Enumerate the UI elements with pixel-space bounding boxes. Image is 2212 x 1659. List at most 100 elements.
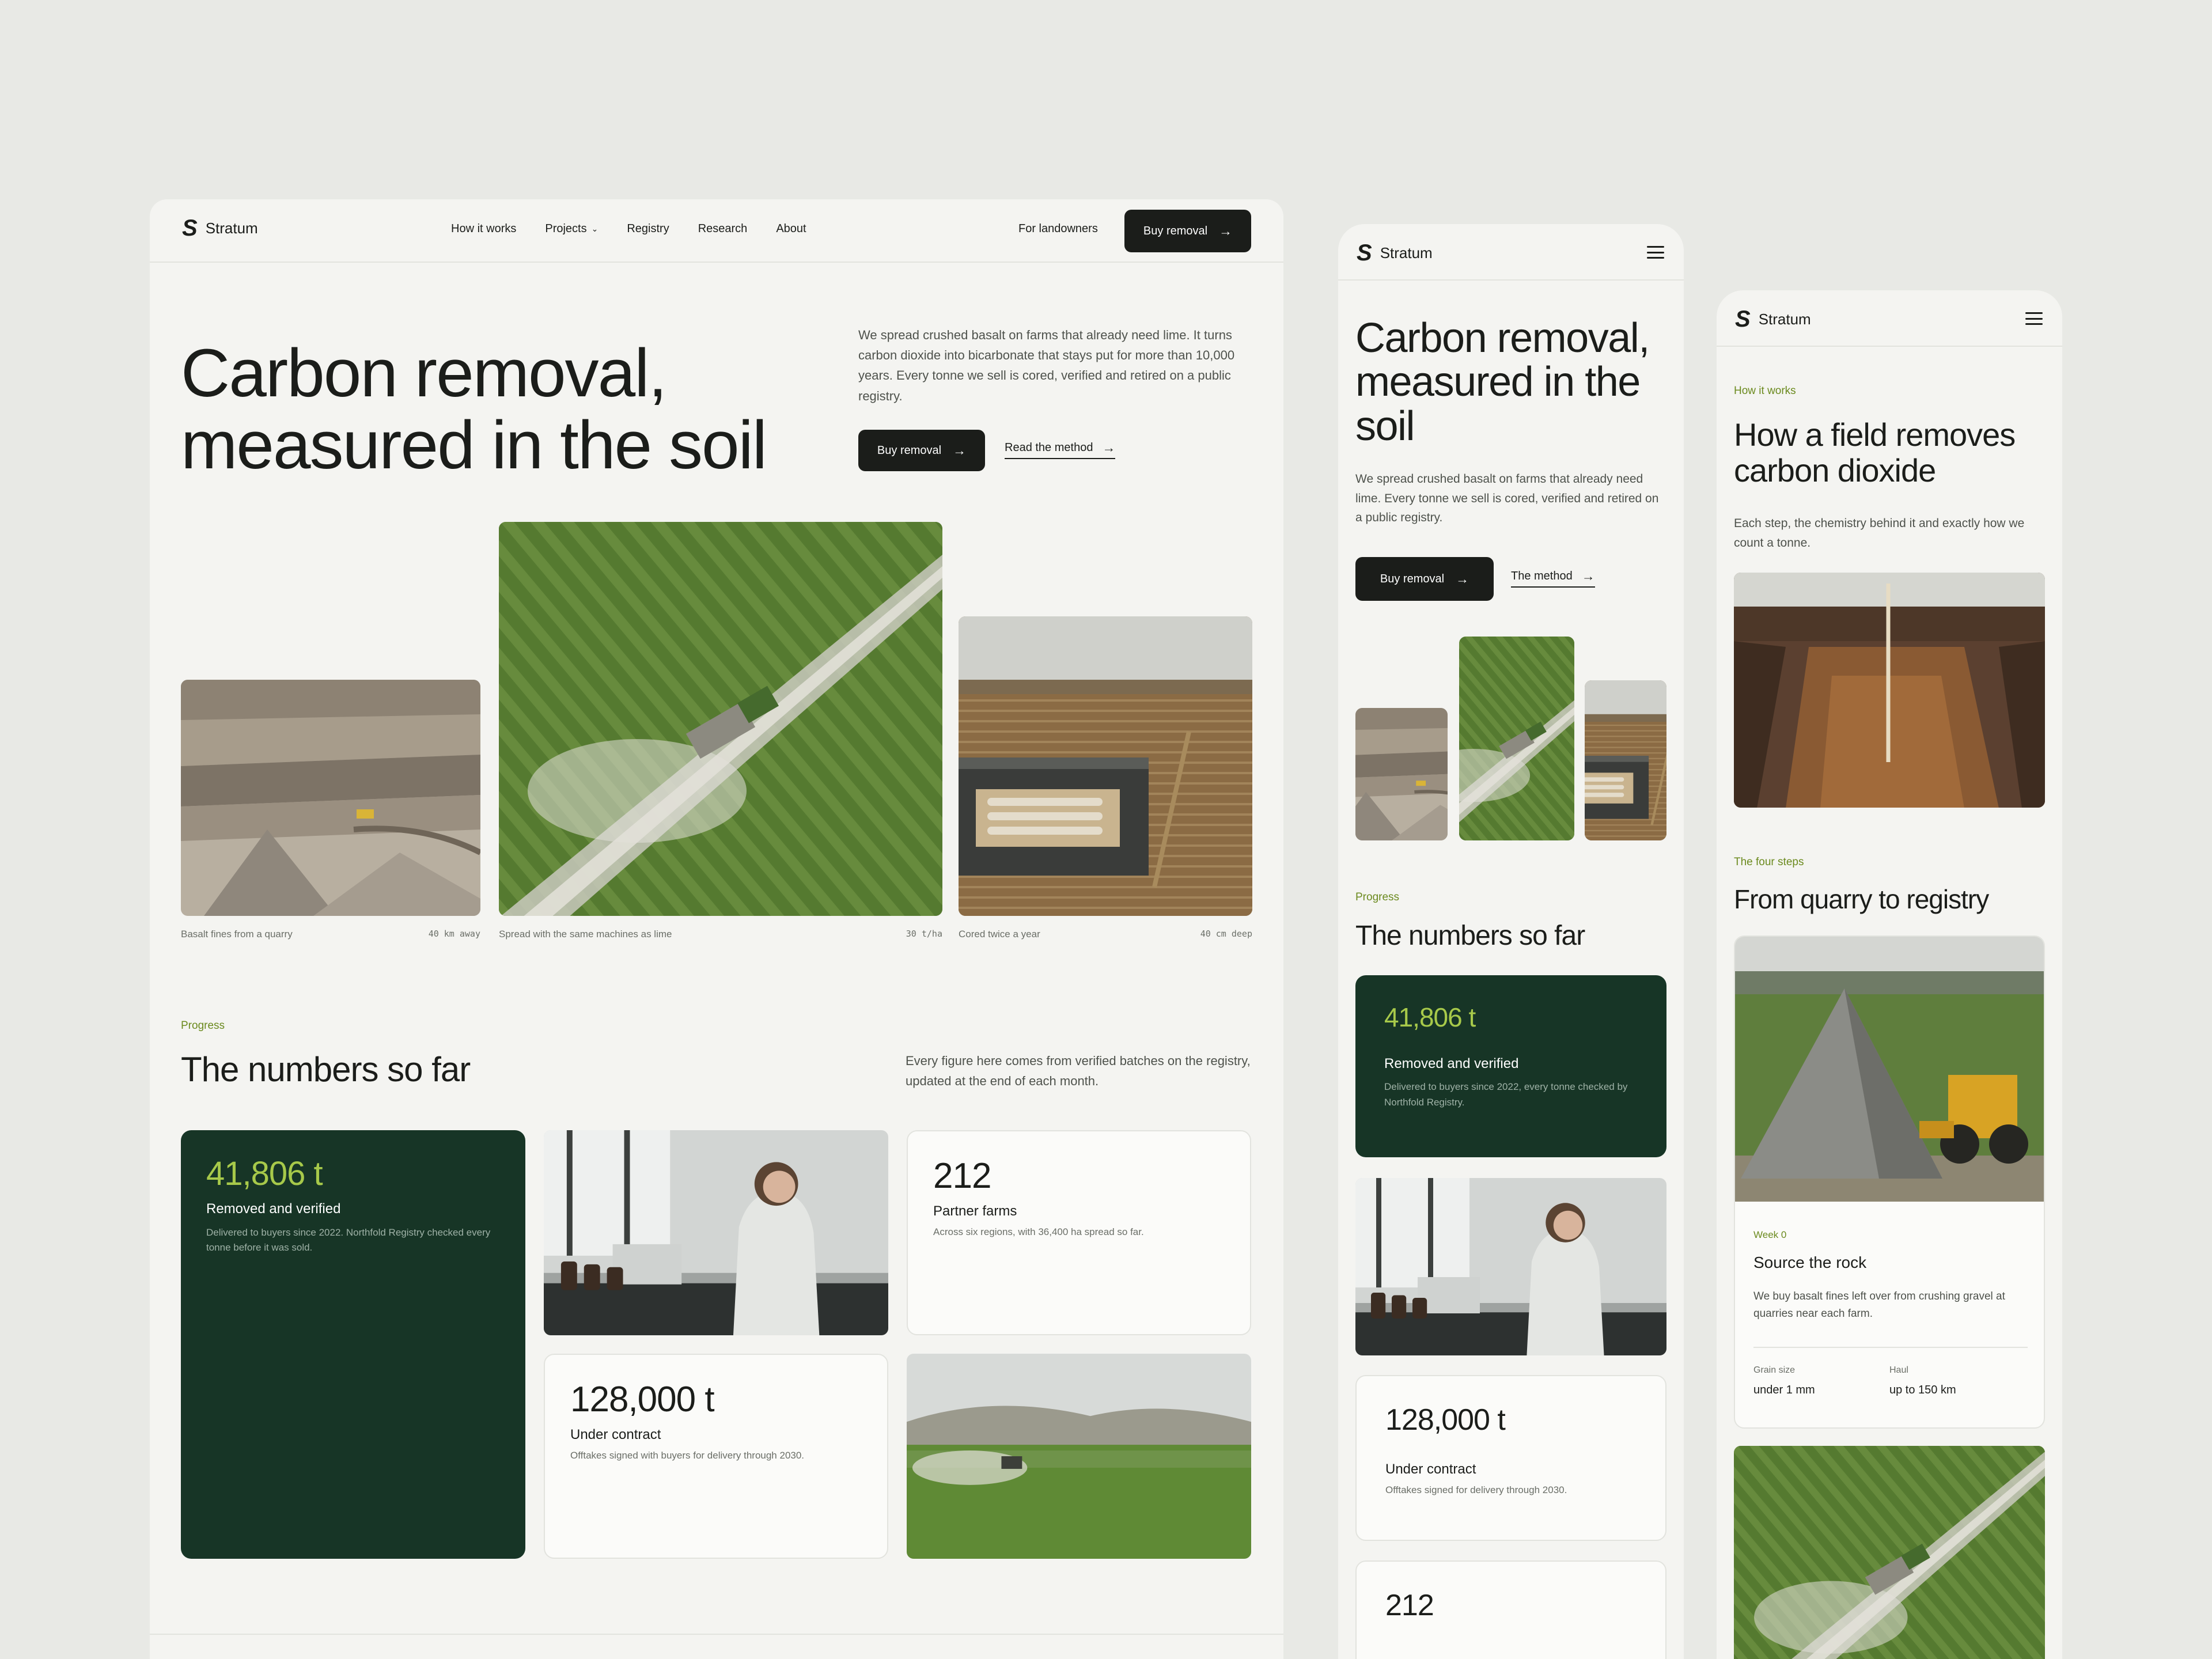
stat-card-farms: 212: [1355, 1560, 1666, 1659]
stat-card-removed: 41,806 t Removed and verified Delivered …: [1355, 975, 1666, 1157]
stat-contract-desc: Offtakes signed with buyers for delivery…: [570, 1450, 805, 1461]
arrow-right-icon: →: [953, 442, 967, 458]
step-title: Source the rock: [1753, 1253, 1867, 1271]
read-method-label: Read the method: [1005, 441, 1093, 454]
arrow-right-icon: →: [1456, 571, 1469, 586]
nav-projects[interactable]: Projects ⌄: [545, 222, 598, 236]
caption-text: Spread with the same machines as lime: [499, 929, 672, 940]
numbers-eyebrow: Progress: [1355, 891, 1400, 903]
arrow-right-icon: →: [1219, 223, 1233, 238]
brand-mark-icon: S: [1735, 306, 1751, 332]
numbers-eyebrow: Progress: [181, 1020, 225, 1032]
stat-removed-value: 41,806 t: [206, 1155, 323, 1192]
how-description: Each step, the chemistry behind it and e…: [1734, 517, 2025, 550]
stat-contract-desc: Offtakes signed for delivery through 203…: [1385, 1484, 1567, 1495]
brand-logo[interactable]: S Stratum: [1735, 308, 1811, 331]
stat-removed-label: Removed and verified: [1384, 1056, 1519, 1071]
soil-cores-photo: [959, 616, 1252, 916]
stat-contract-value: 128,000 t: [1385, 1403, 1506, 1437]
header-buy-label: Buy removal: [1143, 224, 1208, 237]
spreading-field-photo: [907, 1354, 1251, 1559]
brand-name: Stratum: [1380, 244, 1433, 262]
for-landowners-link[interactable]: For landowners: [1018, 222, 1098, 236]
step-card-1: Week 0 Source the rock We buy basalt fin…: [1734, 935, 2045, 1429]
field-spreading-photo: [1459, 637, 1574, 840]
tablet-frame: S Stratum Carbon removal, measured in th…: [1338, 224, 1684, 1659]
hero-description: We spread crushed basalt on farms that a…: [1355, 472, 1659, 525]
mobile-header: S Stratum: [1717, 290, 2062, 347]
soil-pit-photo: [1734, 573, 2045, 808]
how-eyebrow: How it works: [1734, 385, 1796, 397]
arrow-right-icon: →: [1581, 569, 1595, 584]
nav-how-it-works[interactable]: How it works: [451, 222, 516, 236]
stat-removed-desc: Delivered to buyers since 2022. Northfol…: [206, 1227, 491, 1253]
lab-photo: [1355, 1178, 1666, 1355]
stat-contract-label: Under contract: [1385, 1461, 1476, 1477]
stat-removed-desc: Delivered to buyers since 2022, every to…: [1384, 1081, 1628, 1108]
stat-removed-value: 41,806 t: [1384, 1002, 1476, 1032]
main-nav: How it works Projects ⌄ Registry Research…: [451, 222, 806, 236]
stat-removed-label: Removed and verified: [206, 1201, 341, 1217]
field-spreading-photo: [1734, 1446, 2045, 1659]
nav-research[interactable]: Research: [698, 222, 748, 236]
nav-about[interactable]: About: [776, 222, 806, 236]
nav-registry[interactable]: Registry: [627, 222, 669, 236]
gallery-caption-1: Basalt fines from a quarry 40 km away: [181, 929, 480, 940]
hero-title: Carbon removal, measured in the soil: [1355, 315, 1650, 449]
mobile-frame: S Stratum How it works How a field remov…: [1717, 290, 2062, 1659]
brand-logo[interactable]: S Stratum: [182, 217, 258, 240]
loader-photo: [1735, 937, 2044, 1202]
brand-mark-icon: S: [182, 215, 198, 241]
method-label: The method: [1511, 570, 1573, 582]
quarry-photo: [181, 680, 480, 916]
nav-projects-label: Projects: [545, 222, 587, 235]
steps-eyebrow: The four steps: [1734, 856, 1804, 868]
brand-name: Stratum: [205, 219, 258, 237]
stat-contract-label: Under contract: [570, 1427, 661, 1442]
read-method-link[interactable]: Read the method →: [1005, 440, 1116, 459]
spec-grain-value: under 1 mm: [1753, 1384, 1815, 1396]
stat-card-contract: 128,000 t Under contract Offtakes signed…: [544, 1354, 888, 1559]
spec-haul-label: Haul: [1889, 1365, 1908, 1375]
numbers-title: The numbers so far: [1355, 921, 1585, 951]
brand-logo[interactable]: S Stratum: [1357, 241, 1433, 264]
caption-text: Basalt fines from a quarry: [181, 929, 293, 940]
stat-farms-value: 212: [1385, 1589, 1434, 1622]
gallery-caption-2: Spread with the same machines as lime 30…: [499, 929, 942, 940]
gallery-caption-3: Cored twice a year 40 cm deep: [959, 929, 1252, 940]
brand-mark-icon: S: [1357, 240, 1372, 266]
desktop-header: S Stratum How it works Projects ⌄ Registr…: [150, 199, 1283, 263]
how-title: How a field removes carbon dioxide: [1734, 416, 2016, 488]
brand-name: Stratum: [1758, 310, 1811, 328]
stat-card-removed: 41,806 t Removed and verified Delivered …: [181, 1130, 525, 1559]
tablet-header: S Stratum: [1338, 224, 1684, 281]
menu-icon[interactable]: [1647, 246, 1664, 259]
caption-meta: 30 t/ha: [906, 929, 942, 939]
hero-description: We spread crushed basalt on farms that a…: [858, 328, 1235, 403]
hero-buy-removal-button[interactable]: Buy removal →: [1355, 557, 1494, 601]
spec-grain-label: Grain size: [1753, 1365, 1796, 1375]
stat-farms-value: 212: [933, 1156, 991, 1196]
menu-icon[interactable]: [2025, 312, 2043, 325]
stat-card-farms: 212 Partner farms Across six regions, wi…: [907, 1130, 1251, 1335]
hero-buy-label: Buy removal: [877, 444, 942, 457]
stat-farms-desc: Across six regions, with 36,400 ha sprea…: [933, 1226, 1144, 1237]
hero-title: Carbon removal, measured in the soil: [181, 335, 767, 484]
lab-photo: [544, 1130, 888, 1335]
stat-farms-label: Partner farms: [933, 1203, 1017, 1219]
caption-meta: 40 cm deep: [1200, 929, 1252, 939]
quarry-photo: [1355, 708, 1448, 840]
method-link[interactable]: The method →: [1511, 570, 1595, 588]
stat-contract-value: 128,000 t: [570, 1380, 715, 1419]
hero-buy-removal-button[interactable]: Buy removal →: [858, 430, 985, 471]
header-buy-removal-button[interactable]: Buy removal →: [1124, 210, 1251, 252]
step-description: We buy basalt fines left over from crush…: [1753, 1290, 2005, 1320]
field-spreading-photo: [499, 522, 942, 916]
step-divider: [1753, 1347, 2028, 1348]
caption-text: Cored twice a year: [959, 929, 1040, 940]
caption-meta: 40 km away: [428, 929, 480, 939]
step-week: Week 0: [1753, 1229, 1787, 1240]
arrow-right-icon: →: [1102, 440, 1116, 455]
numbers-note: Every figure here comes from verified ba…: [906, 1054, 1251, 1089]
numbers-title: The numbers so far: [181, 1050, 471, 1089]
